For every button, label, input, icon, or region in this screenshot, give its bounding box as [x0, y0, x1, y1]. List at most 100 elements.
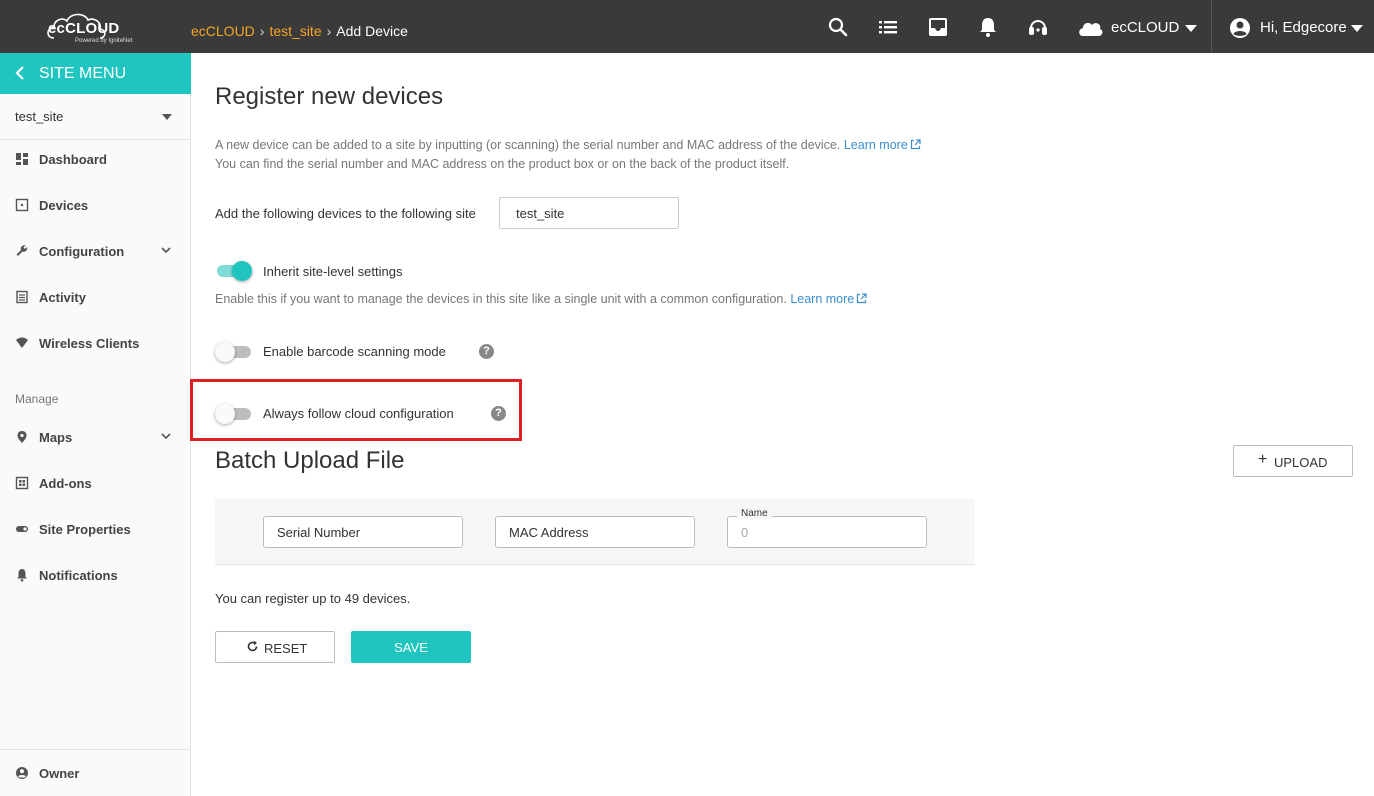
sidebar-item-configuration[interactable]: Configuration — [0, 234, 191, 270]
external-link-icon — [857, 293, 867, 304]
learn-more-link[interactable]: Learn more — [844, 138, 921, 152]
name-field-value: 0 — [741, 525, 749, 540]
sidebar-item-activity[interactable]: Activity — [0, 280, 191, 316]
cloud-site-label: ecCLOUD — [1111, 19, 1180, 36]
inherit-description-text: Enable this if you want to manage the de… — [215, 292, 787, 306]
sidebar-item-devices[interactable]: Devices — [0, 188, 191, 224]
caret-down-icon — [1351, 25, 1363, 32]
account-circle-icon — [1230, 18, 1250, 38]
sidebar-item-notifications[interactable]: Notifications — [0, 558, 191, 594]
map-pin-icon — [17, 431, 27, 443]
name-input[interactable]: Name 0 — [727, 508, 927, 548]
breadcrumb-ec-cloud[interactable]: ecCLOUD — [191, 23, 255, 39]
account-circle-icon — [16, 767, 28, 779]
sidebar-item-label: Activity — [39, 290, 86, 305]
plus-icon: + — [1258, 451, 1268, 468]
topbar-divider — [1211, 0, 1212, 53]
sidebar-item-label: Owner — [39, 766, 80, 781]
page-description: A new device can be added to a site by i… — [215, 136, 921, 174]
refresh-icon — [247, 640, 258, 652]
upload-label: UPLOAD — [1274, 455, 1328, 470]
add-ons-icon — [15, 476, 29, 490]
breadcrumb-site[interactable]: test_site — [269, 23, 321, 39]
section-label-manage: Manage — [15, 392, 59, 406]
mac-address-input[interactable]: MAC Address — [495, 516, 695, 548]
dashboard-icon — [16, 153, 28, 165]
bell-icon[interactable] — [977, 16, 999, 38]
inherit-site-settings-label: Inherit site-level settings — [263, 264, 403, 279]
description-line-1: A new device can be added to a site by i… — [215, 138, 841, 152]
barcode-scanning-toggle[interactable] — [215, 342, 251, 362]
sidebar-item-dashboard[interactable]: Dashboard — [0, 142, 191, 178]
device-icon — [15, 198, 29, 212]
caret-down-icon — [162, 114, 172, 120]
chevron-down-icon — [161, 433, 171, 440]
sidebar: SITE MENU test_site Dashboard Devices Co… — [0, 53, 191, 796]
sidebar-item-site-properties[interactable]: Site Properties — [0, 512, 191, 548]
help-icon[interactable]: ? — [479, 344, 494, 359]
save-label: SAVE — [394, 640, 428, 655]
breadcrumb-current: Add Device — [336, 23, 408, 39]
ec-cloud-logo[interactable]: ecCLOUD Powered by IgniteNet — [44, 8, 134, 46]
target-site-input[interactable]: test_site — [499, 197, 679, 229]
breadcrumb-separator: › — [326, 23, 332, 39]
search-icon[interactable] — [827, 16, 849, 38]
site-selector[interactable]: test_site — [0, 94, 191, 140]
site-properties-icon — [16, 526, 28, 532]
wifi-icon — [16, 337, 28, 348]
follow-cloud-config-label: Always follow cloud configuration — [263, 406, 454, 421]
logo-subtitle: Powered by IgniteNet — [75, 38, 133, 44]
inherit-description: Enable this if you want to manage the de… — [215, 292, 867, 306]
sidebar-item-owner[interactable]: Owner — [0, 756, 191, 792]
sidebar-item-wireless-clients[interactable]: Wireless Clients — [0, 326, 191, 362]
sidebar-item-add-ons[interactable]: Add-ons — [0, 466, 191, 502]
wrench-icon — [16, 245, 28, 256]
sidebar-item-label: Devices — [39, 198, 89, 213]
sidebar-item-label: Dashboard — [39, 152, 107, 167]
bell-icon — [17, 569, 27, 582]
logo-text: ecCLOUD — [48, 20, 120, 37]
sidebar-item-label: Add-ons — [39, 476, 92, 491]
list-icon[interactable] — [877, 16, 899, 38]
sidebar-item-label: Maps — [39, 430, 73, 445]
external-link-icon — [910, 139, 921, 150]
serial-number-input[interactable]: Serial Number — [263, 516, 463, 548]
activity-log-icon — [16, 290, 28, 304]
caret-down-icon — [1185, 25, 1197, 32]
site-menu-title: SITE MENU — [39, 65, 127, 82]
save-button[interactable]: SAVE — [351, 631, 471, 663]
sidebar-item-label: Notifications — [39, 568, 118, 583]
page-title: Register new devices — [215, 83, 444, 110]
batch-upload-title: Batch Upload File — [215, 447, 405, 474]
site-selector-value: test_site — [15, 109, 64, 124]
learn-more-link[interactable]: Learn more — [790, 292, 867, 306]
sidebar-item-label: Site Properties — [39, 522, 131, 537]
follow-cloud-config-toggle[interactable] — [215, 404, 251, 424]
top-bar: ecCLOUD Powered by IgniteNet ecCLOUD › tes… — [0, 0, 1374, 53]
site-menu-header[interactable]: SITE MENU — [0, 53, 191, 94]
support-headset-icon[interactable] — [1027, 16, 1049, 38]
target-site-label: Add the following devices to the followi… — [215, 206, 476, 221]
device-entry-row: Serial Number MAC Address Name 0 — [215, 499, 975, 565]
breadcrumb-separator: › — [259, 23, 265, 39]
name-field-legend: Name — [737, 508, 772, 519]
device-limit-text: You can register up to 49 devices. — [215, 591, 411, 606]
user-greeting: Hi, Edgecore — [1260, 19, 1347, 36]
sidebar-item-maps[interactable]: Maps — [0, 420, 191, 456]
help-icon[interactable]: ? — [491, 406, 506, 421]
reset-button[interactable]: RESET — [215, 631, 335, 663]
barcode-scanning-label: Enable barcode scanning mode — [263, 344, 446, 359]
upload-button[interactable]: + UPLOAD — [1233, 445, 1353, 477]
chevron-left-icon — [15, 66, 24, 80]
description-line-2: You can find the serial number and MAC a… — [215, 157, 790, 171]
breadcrumb: ecCLOUD › test_site › Add Device — [191, 23, 408, 39]
chevron-down-icon — [161, 247, 171, 254]
inherit-site-settings-toggle[interactable] — [215, 261, 252, 281]
inbox-icon[interactable] — [927, 16, 949, 38]
sidebar-item-label: Wireless Clients — [39, 336, 140, 351]
sidebar-item-label: Configuration — [39, 244, 125, 259]
main-content: Register new devices A new device can be… — [190, 53, 1374, 796]
sidebar-owner: Owner — [0, 749, 191, 796]
cloud-icon — [1079, 22, 1103, 36]
reset-label: RESET — [264, 641, 308, 656]
